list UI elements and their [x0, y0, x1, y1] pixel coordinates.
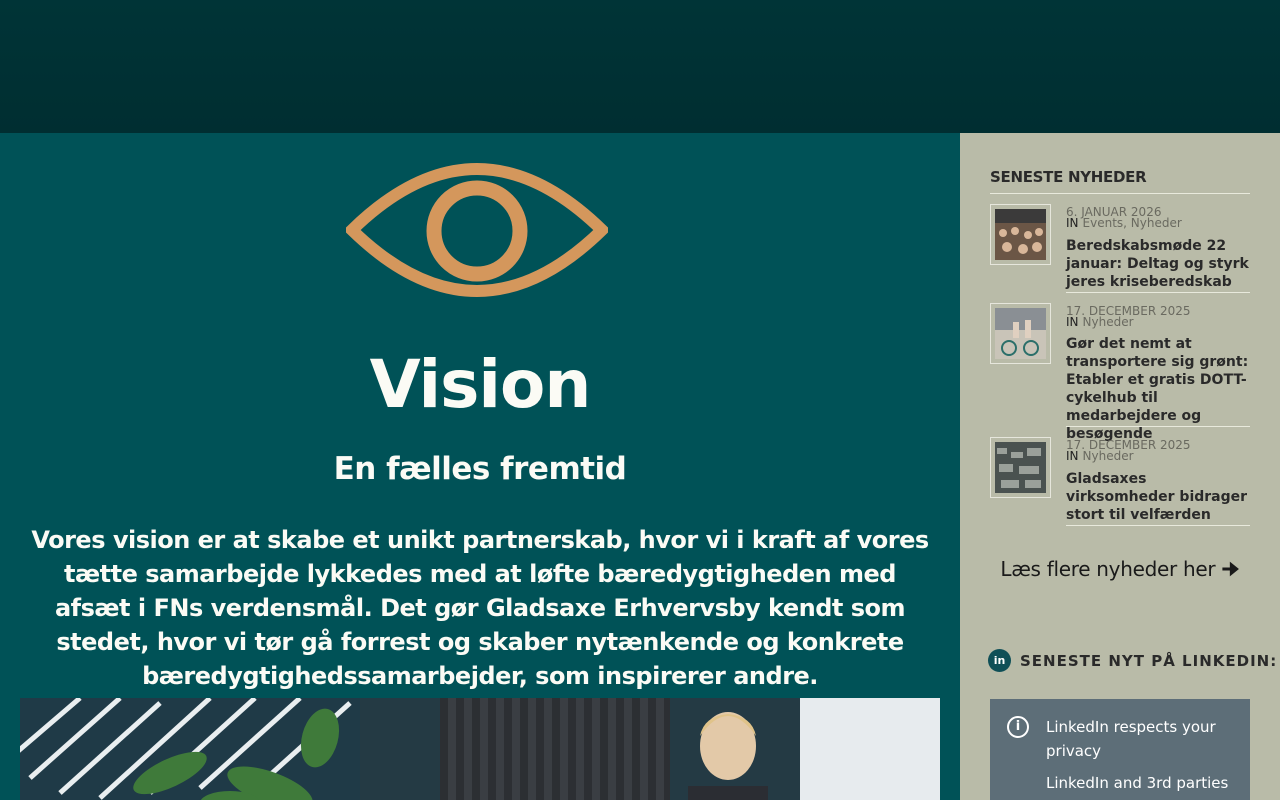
news-categories[interactable]: Nyheder [1083, 449, 1134, 463]
privacy-notice-text-2: LinkedIn and 3rd parties [1046, 774, 1229, 792]
divider [1066, 525, 1250, 526]
linkedin-header: in SENESTE NYT PÅ LINKEDIN: [988, 649, 1277, 672]
linkedin-privacy-notice: i LinkedIn respects your privacy LinkedI… [990, 699, 1250, 800]
news-section-title: SENESTE NYHEDER [990, 168, 1147, 186]
main-content: Vision En fælles fremtid Vores vision er… [0, 133, 960, 800]
eye-icon [346, 163, 608, 297]
linkedin-section-title: SENESTE NYT PÅ LINKEDIN: [1020, 651, 1278, 670]
more-news-link[interactable]: Læs flere nyheder her 🠊 [990, 555, 1250, 589]
news-categories-row: IN Events, Nyheder [1066, 217, 1250, 229]
divider [1066, 426, 1250, 427]
in-label: IN [1066, 315, 1079, 329]
news-categories[interactable]: Nyheder [1083, 315, 1134, 329]
news-title[interactable]: Beredskabsmøde 22 januar: Deltag og styr… [1066, 237, 1250, 291]
team-photo [20, 698, 940, 800]
news-thumbnail[interactable] [990, 303, 1051, 364]
vision-subheading: En fælles fremtid [333, 451, 627, 487]
vision-statement: Vores vision er at skabe et unikt partne… [31, 526, 929, 690]
news-thumbnail[interactable] [990, 437, 1051, 498]
in-label: IN [1066, 449, 1079, 463]
vision-heading: Vision [369, 346, 592, 423]
divider [990, 193, 1250, 194]
news-title[interactable]: Gladsaxes virksomheder bidrager stort ti… [1066, 470, 1250, 524]
in-label: IN [1066, 216, 1079, 230]
news-thumbnail[interactable] [990, 204, 1051, 265]
privacy-notice-text: LinkedIn respects your privacy [1046, 718, 1216, 760]
info-icon: i [1007, 716, 1029, 738]
news-categories-row: IN Nyheder [1066, 450, 1250, 462]
top-header-bar [0, 0, 1280, 133]
linkedin-icon[interactable]: in [988, 649, 1011, 672]
news-categories-row: IN Nyheder [1066, 316, 1250, 328]
divider [1066, 292, 1250, 293]
sidebar: SENESTE NYHEDER 6. JANUAR 2026 IN Events,… [960, 133, 1280, 800]
news-categories[interactable]: Events, Nyheder [1083, 216, 1182, 230]
